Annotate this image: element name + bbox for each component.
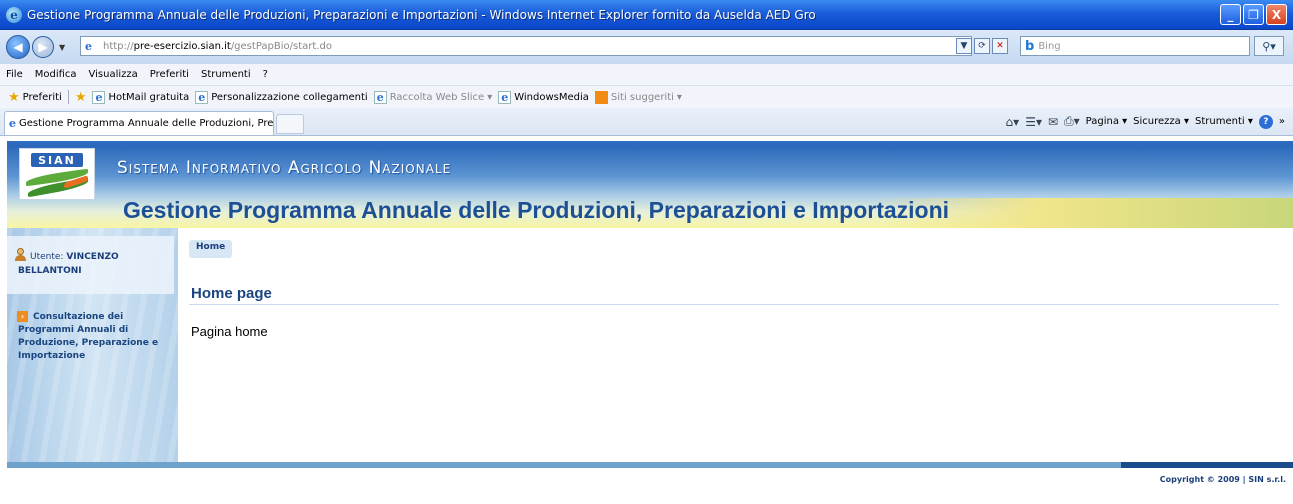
menu-strumenti[interactable]: Strumenti (201, 69, 251, 80)
ie-page-icon: e (373, 90, 387, 104)
ie-logo-icon: e (6, 6, 22, 23)
url-dropdown-icon[interactable]: ▼ (956, 38, 972, 54)
favorites-star-icon: ★ (8, 89, 20, 105)
search-button[interactable]: ⚲▾ (1254, 36, 1284, 56)
menu-file[interactable]: File (6, 69, 23, 80)
fav-windowsmedia-label: WindowsMedia (514, 91, 589, 103)
menu-modifica[interactable]: Modifica (35, 69, 77, 80)
back-button[interactable]: ◀ (6, 35, 30, 59)
ie-page-icon: e (498, 90, 512, 104)
more-chevron-icon[interactable]: » (1279, 116, 1285, 127)
sian-logo-swoosh-icon (26, 168, 88, 198)
favbar-separator (67, 90, 69, 104)
address-field[interactable]: e http://pre-esercizio.sian.it/gestPapBi… (80, 36, 972, 56)
tab-active-label: Gestione Programma Annuale delle Produzi… (19, 118, 274, 129)
feeds-icon[interactable]: ☰▾ (1025, 115, 1042, 129)
url-path: /gestPapBio/start.do (230, 40, 332, 52)
url-domain: pre-esercizio.sian.it (133, 40, 231, 52)
restore-button[interactable]: ❐ (1243, 4, 1264, 25)
fav-personalizzazione[interactable]: e Personalizzazione collegamenti (195, 90, 368, 104)
fav-siti-suggeriti[interactable]: Siti suggeriti ▾ (594, 90, 682, 104)
add-favorite-icon[interactable]: ★ (75, 90, 87, 105)
fav-raccolta-web-slice[interactable]: e Raccolta Web Slice ▾ (373, 90, 493, 104)
fav-personalizzazione-label: Personalizzazione collegamenti (211, 91, 368, 103)
window-title: Gestione Programma Annuale delle Produzi… (27, 7, 816, 22)
command-bar: ⌂▾ ☰▾ ✉ ⎙▾ Pagina ▾ Sicurezza ▾ Strument… (1006, 114, 1285, 129)
sidebar-link-consultazione[interactable]: Consultazione dei Programmi Annuali di P… (18, 311, 176, 363)
menu-help[interactable]: ? (263, 69, 268, 80)
tab-active[interactable]: e Gestione Programma Annuale delle Produ… (4, 111, 274, 135)
chevron-down-icon: ▾ (676, 91, 682, 103)
sidebar: Utente: VINCENZO BELLANTONI › Consultazi… (7, 228, 178, 462)
help-icon[interactable]: ? (1258, 114, 1273, 129)
user-info: Utente: VINCENZO BELLANTONI (18, 250, 168, 278)
new-tab-button[interactable] (276, 114, 304, 134)
suggested-sites-icon (594, 90, 608, 104)
favorites-bar: ★ Preferiti ★ e HotMail gratuita e Perso… (0, 86, 1293, 108)
user-box: Utente: VINCENZO BELLANTONI (7, 236, 174, 294)
pagina-label: Pagina (1085, 116, 1119, 127)
sicurezza-label: Sicurezza (1133, 116, 1181, 127)
copyright-text: Copyright © 2009 | SIN s.r.l. (1159, 475, 1286, 484)
sian-logo-text: SIAN (31, 153, 83, 167)
ie-page-icon: e (9, 117, 16, 130)
search-placeholder: Bing (1038, 40, 1061, 52)
home-icon[interactable]: ⌂▾ (1006, 115, 1020, 129)
tab-bar: e Gestione Programma Annuale delle Produ… (0, 108, 1293, 136)
print-icon[interactable]: ⎙▾ (1064, 114, 1080, 129)
web-page: SIAN Sistema Informativo Agricolo Nazion… (7, 136, 1293, 504)
site-banner: SIAN Sistema Informativo Agricolo Nazion… (7, 145, 1293, 228)
sian-logo[interactable]: SIAN (19, 148, 95, 200)
page-title: Home page (191, 285, 272, 302)
address-toolbar: ◀ ▶ ▼ e http://pre-esercizio.sian.it/ges… (0, 30, 1293, 64)
history-dropdown-icon[interactable]: ▼ (59, 43, 65, 52)
app-title: Gestione Programma Annuale delle Produzi… (123, 197, 950, 223)
sicurezza-menu[interactable]: Sicurezza ▾ (1133, 116, 1189, 127)
mail-icon[interactable]: ✉ (1048, 115, 1058, 129)
fav-hotmail[interactable]: e HotMail gratuita (92, 90, 190, 104)
strumenti-label: Strumenti (1195, 116, 1245, 127)
fav-hotmail-label: HotMail gratuita (108, 91, 190, 103)
strumenti-menu[interactable]: Strumenti ▾ (1195, 116, 1253, 127)
fav-windowsmedia[interactable]: e WindowsMedia (498, 90, 589, 104)
footer-bar (7, 462, 1293, 468)
forward-button[interactable]: ▶ (32, 36, 54, 58)
menu-preferiti[interactable]: Preferiti (150, 69, 189, 80)
pagina-menu[interactable]: Pagina ▾ (1086, 116, 1128, 127)
favorites-label: Preferiti (22, 91, 62, 103)
menu-visualizza[interactable]: Visualizza (89, 69, 138, 80)
breadcrumb-home[interactable]: Home (189, 240, 233, 258)
chevron-down-icon: ▾ (487, 91, 493, 103)
site-header-title: Sistema Informativo Agricolo Nazionale (117, 158, 452, 178)
stop-icon[interactable]: ✕ (992, 38, 1008, 54)
ie-page-icon: e (195, 90, 209, 104)
fav-raccolta-label: Raccolta Web Slice (389, 91, 485, 103)
page-body-text: Pagina home (191, 324, 268, 339)
minimize-button[interactable]: _ (1220, 4, 1241, 25)
page-icon: e (85, 40, 92, 53)
refresh-icon[interactable]: ⟳ (974, 38, 990, 54)
bing-logo-icon: b (1025, 38, 1035, 54)
menu-bar: File Modifica Visualizza Preferiti Strum… (0, 64, 1293, 86)
search-input[interactable]: b Bing (1020, 36, 1250, 56)
favorites-button[interactable]: ★ Preferiti (8, 90, 62, 105)
fav-siti-label: Siti suggeriti (610, 91, 674, 103)
ie-page-icon: e (92, 90, 106, 104)
title-divider (189, 304, 1279, 305)
close-button[interactable]: X (1266, 4, 1287, 25)
window-title-bar: e Gestione Programma Annuale delle Produ… (0, 0, 1293, 30)
url-prefix: http:// (103, 40, 134, 52)
user-label: Utente: (30, 252, 64, 262)
